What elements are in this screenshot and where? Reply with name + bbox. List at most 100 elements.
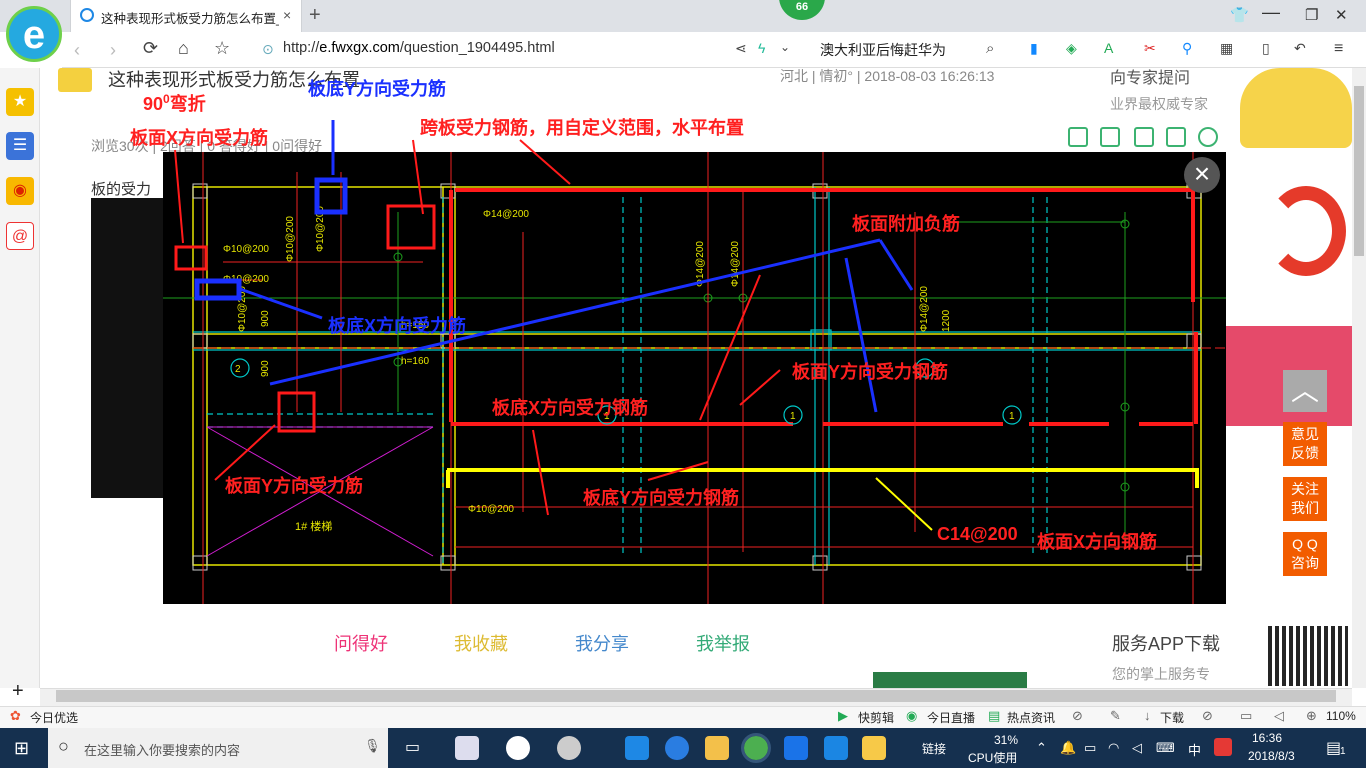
save-icon[interactable] (1134, 127, 1154, 147)
action-report[interactable]: 我举报 (696, 630, 750, 656)
weibo-icon[interactable]: ◉ (6, 177, 34, 205)
status-item-clip[interactable]: 快剪辑 (858, 709, 894, 726)
app-folder-icon[interactable] (705, 736, 729, 760)
action-good-question[interactable]: 问得好 (334, 630, 388, 656)
phone-icon[interactable]: ▯ (1262, 40, 1270, 57)
ask-expert-title[interactable]: 向专家提问 (1110, 64, 1190, 88)
address-bar[interactable]: http://e.fwxgx.com/question_1904495.html (283, 40, 555, 56)
home-icon[interactable]: ⌂ (178, 38, 189, 59)
tray-bell-icon[interactable]: 🔔 (1060, 740, 1076, 756)
grid-icon[interactable]: ▦ (1220, 40, 1233, 57)
close-window-icon[interactable]: ✕ (1335, 6, 1348, 24)
undo-icon[interactable]: ↶ (1294, 40, 1306, 57)
url-path: /question_1904495.html (399, 40, 555, 56)
tray-battery-icon[interactable]: ▭ (1084, 740, 1096, 756)
tab-close-icon[interactable]: × (283, 7, 291, 23)
zoom-level[interactable]: 110% (1326, 709, 1356, 723)
magnifier-icon[interactable]: ⚲ (1182, 40, 1192, 57)
windows-start-icon[interactable]: ⊞ (14, 738, 29, 759)
microphone-icon[interactable]: 🎙 (364, 738, 381, 754)
annotation-bottom-x-rebar: 板底X方向受力筋 (328, 316, 467, 336)
speed-icon[interactable]: ⊘ (1072, 708, 1083, 724)
favorites-icon[interactable]: ★ (6, 88, 34, 116)
image-toolbar (1060, 122, 1226, 152)
horizontal-scroll-thumb[interactable] (56, 690, 1336, 702)
shirt-icon[interactable]: 👕 (1230, 6, 1249, 24)
forward-icon[interactable]: › (110, 40, 116, 61)
action-favorite[interactable]: 我收藏 (454, 630, 508, 656)
volume-icon[interactable]: ◁ (1274, 708, 1284, 724)
browser-tab[interactable]: 这种表现形式板受力筋怎么布置_ × (70, 0, 302, 32)
export-icon[interactable] (1166, 127, 1186, 147)
back-icon[interactable]: ‹ (74, 40, 80, 61)
vertical-scroll-thumb[interactable] (1354, 86, 1364, 256)
tray-keyboard-icon[interactable]: ⌨ (1156, 740, 1175, 756)
task-view-icon[interactable]: ▭ (405, 737, 420, 757)
tray-sogou-icon[interactable] (1214, 738, 1232, 756)
shield-icon[interactable]: ◈ (1066, 40, 1077, 57)
axis-label-2: 2 (235, 364, 241, 375)
app-browser-e-icon[interactable] (506, 736, 530, 760)
app-ie-icon[interactable] (665, 736, 689, 760)
action-share[interactable]: 我分享 (575, 630, 629, 656)
settings-icon[interactable] (1198, 127, 1218, 147)
close-viewer-button[interactable]: × (1184, 157, 1220, 193)
search-input[interactable]: 澳大利亚后悔赶华为 (820, 40, 946, 60)
star-icon[interactable]: ☆ (214, 38, 230, 59)
status-item-news[interactable]: 热点资讯 (1007, 709, 1055, 726)
sidebar-add-icon[interactable]: + (12, 680, 24, 703)
fit-icon[interactable] (1068, 127, 1088, 147)
tray-speaker-icon[interactable]: ◁ (1132, 740, 1142, 756)
feedback-button[interactable]: 意见 反馈 (1283, 422, 1327, 466)
follow-button[interactable]: 关注 我们 (1283, 477, 1327, 521)
scroll-top-button[interactable]: ︿ (1283, 370, 1327, 412)
new-tab-button[interactable]: + (309, 4, 321, 27)
action-center-icon[interactable]: ▤ (1326, 738, 1341, 758)
list-icon[interactable]: ☰ (6, 132, 34, 160)
tray-ime[interactable]: 中 (1188, 740, 1201, 759)
translate-icon[interactable]: A (1104, 40, 1113, 56)
zoom-icon: ⊕ (1306, 708, 1317, 723)
restore-icon[interactable]: ❐ (1305, 6, 1318, 24)
scissors-icon[interactable]: ✂ (1144, 40, 1156, 57)
lightning-icon[interactable]: ϟ (758, 40, 765, 56)
extension-icon[interactable]: ▮ (1030, 40, 1038, 57)
app-fan-icon[interactable] (455, 736, 479, 760)
tray-chevron-up-icon[interactable]: ⌃ (1036, 740, 1047, 756)
clock-time[interactable]: 16:36 (1252, 731, 1282, 745)
qq-button[interactable]: Q Q 咨询 (1283, 532, 1327, 576)
status-item-live[interactable]: 今日直播 (927, 709, 975, 726)
app-edge-icon[interactable] (625, 736, 649, 760)
refresh-icon[interactable]: ⟳ (143, 38, 158, 59)
today-picks[interactable]: 今日优选 (30, 709, 78, 726)
share-icon[interactable]: ⋖ (735, 40, 747, 57)
rebar-label-2: Φ10@200 (223, 244, 269, 255)
app-plus-icon[interactable] (824, 736, 848, 760)
secure-icon: ⊙ (262, 41, 274, 57)
window-icon[interactable]: ▭ (1240, 708, 1252, 724)
minimize-icon[interactable]: — (1262, 2, 1280, 23)
tray-wifi-icon[interactable]: ◠ (1108, 740, 1119, 756)
menu-icon[interactable]: ≡ (1334, 40, 1343, 58)
cleanup-icon[interactable]: ⊘ (1202, 708, 1213, 724)
tools-icon[interactable]: ✎ (1110, 708, 1121, 724)
annotation-90-suffix: 弯折 (169, 94, 206, 114)
expand-icon[interactable] (1100, 127, 1120, 147)
app-g-icon[interactable] (784, 736, 808, 760)
app-360-browser-icon[interactable] (741, 733, 771, 763)
ad-banner[interactable] (1226, 176, 1352, 296)
browser-logo-icon[interactable]: e (6, 6, 62, 62)
search-icon[interactable]: ⌕ (986, 40, 994, 57)
taskbar-search-input[interactable]: 在这里输入你要搜索的内容 (48, 728, 388, 768)
app-notes-icon[interactable] (862, 736, 886, 760)
chevron-down-icon[interactable]: ⌄ (780, 40, 790, 54)
qr-code-image (1268, 626, 1348, 686)
app-download-title: 服务APP下载 (1112, 634, 1221, 654)
tray-link-label[interactable]: 链接 (922, 740, 946, 757)
download-label[interactable]: 下载 (1160, 709, 1184, 726)
tab-favicon-icon (80, 8, 94, 22)
thumbnail-image[interactable] (91, 198, 163, 498)
app-swirl-icon[interactable] (557, 736, 581, 760)
clock-date[interactable]: 2018/8/3 (1248, 749, 1295, 763)
email-icon[interactable]: @ (6, 222, 34, 250)
